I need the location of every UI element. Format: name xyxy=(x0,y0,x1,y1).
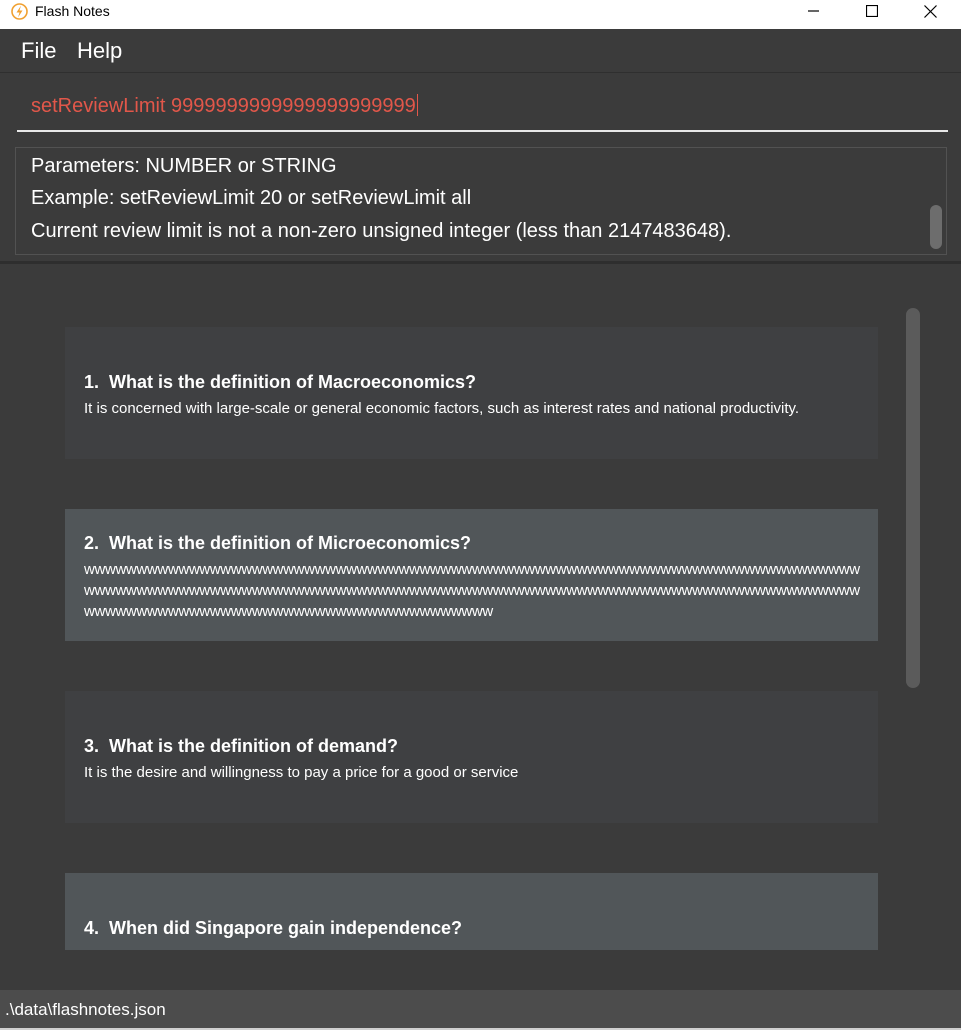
command-underline xyxy=(17,130,948,132)
title-bar: Flash Notes xyxy=(0,0,961,29)
menu-file[interactable]: File xyxy=(21,38,56,64)
maximize-button[interactable] xyxy=(843,0,901,22)
command-box[interactable]: setReviewLimit 9999999999999999999999 xyxy=(0,74,961,144)
card-question: When did Singapore gain independence? xyxy=(109,918,463,938)
maximize-icon xyxy=(866,5,878,17)
result-display: Parameters: NUMBER or STRING Example: se… xyxy=(15,147,947,255)
minimize-button[interactable] xyxy=(784,0,842,22)
status-bar: .\data\flashnotes.json xyxy=(0,990,961,1030)
flashcard-3[interactable]: 3. What is the definition of demand? It … xyxy=(65,691,878,823)
card-index: 3. xyxy=(84,736,100,756)
save-location: .\data\flashnotes.json xyxy=(5,1000,166,1019)
result-line-parameters: Parameters: NUMBER or STRING xyxy=(31,155,337,177)
card-title: 2. What is the definition of Microeconom… xyxy=(84,533,471,554)
card-title: 3. What is the definition of demand? xyxy=(84,736,398,757)
card-title: 4. When did Singapore gain independence? xyxy=(84,918,462,939)
menu-help[interactable]: Help xyxy=(77,38,122,64)
command-input[interactable]: setReviewLimit 9999999999999999999999 xyxy=(31,94,418,118)
card-index: 4. xyxy=(84,918,100,938)
card-answer: wwwwwwwwwwwwwwwwwwwwwwwwwwwwwwwwwwwwwwww… xyxy=(84,561,860,620)
flash-icon xyxy=(11,3,28,20)
card-index: 1. xyxy=(84,372,100,392)
flashcard-list: 1. What is the definition of Macroeconom… xyxy=(0,264,961,990)
card-question: What is the definition of Macroeconomics… xyxy=(109,372,477,392)
result-scrollbar-thumb[interactable] xyxy=(930,205,942,249)
flashcard-2[interactable]: 2. What is the definition of Microeconom… xyxy=(65,509,878,641)
result-line-error: Current review limit is not a non-zero u… xyxy=(31,220,732,242)
card-question: What is the definition of Microeconomics… xyxy=(109,533,472,553)
card-answer: It is concerned with large-scale or gene… xyxy=(84,400,800,417)
flashcard-4[interactable]: 4. When did Singapore gain independence? xyxy=(65,873,878,950)
menu-bar: File Help xyxy=(0,29,961,73)
card-answer: It is the desire and willingness to pay … xyxy=(84,764,519,781)
result-line-example: Example: setReviewLimit 20 or setReviewL… xyxy=(31,187,472,209)
card-title: 1. What is the definition of Macroeconom… xyxy=(84,372,476,393)
close-icon xyxy=(923,4,937,18)
flashcard-1[interactable]: 1. What is the definition of Macroeconom… xyxy=(65,327,878,459)
minimize-icon xyxy=(808,10,819,12)
card-question: What is the definition of demand? xyxy=(109,736,399,756)
text-caret xyxy=(416,94,418,116)
window-title: Flash Notes xyxy=(35,3,110,19)
command-input-value: setReviewLimit 9999999999999999999999 xyxy=(31,95,416,117)
close-button[interactable] xyxy=(901,0,959,22)
card-index: 2. xyxy=(84,533,100,553)
list-scrollbar-thumb[interactable] xyxy=(906,308,920,688)
